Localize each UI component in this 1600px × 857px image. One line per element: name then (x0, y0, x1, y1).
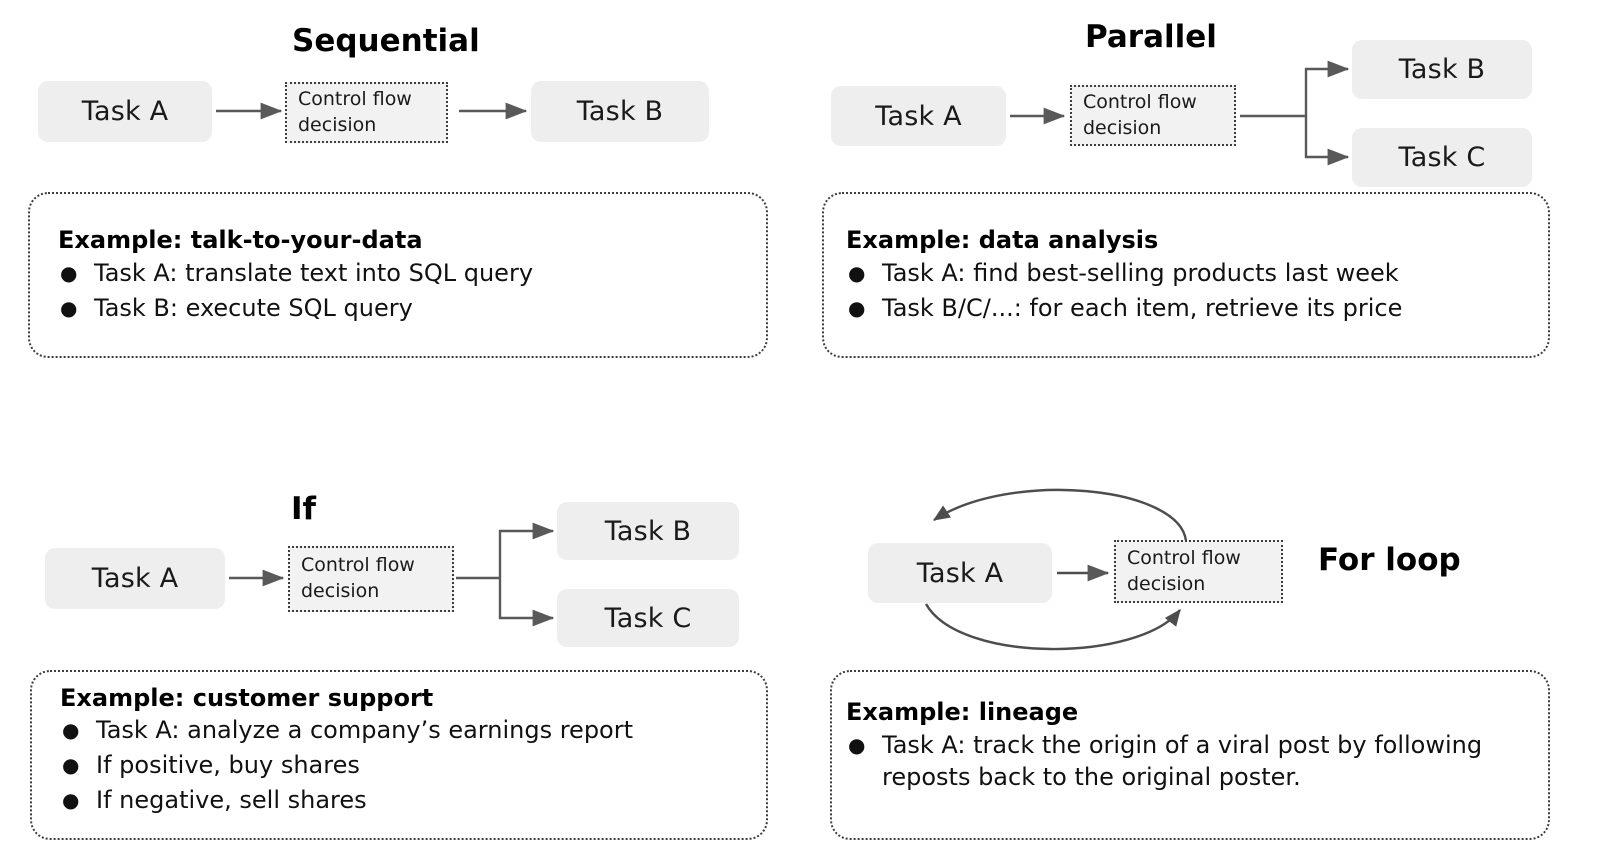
control-flow-decision-box[interactable]: Control flow decision (285, 82, 448, 143)
task-box-b-label: Task B (576, 96, 664, 127)
task-box-b[interactable]: Task B (557, 502, 739, 560)
bullet-icon: ● (62, 718, 80, 742)
list-item-text: Task A: translate text into SQL query (94, 259, 534, 287)
parallel-branch-connector (1240, 60, 1350, 166)
task-box-a[interactable]: Task A (831, 86, 1006, 146)
list-item: ● Task B: execute SQL query (60, 293, 750, 325)
example-bullets-for-loop: ● Task A: track the origin of a viral po… (848, 730, 1508, 797)
task-box-a-label: Task A (81, 96, 169, 127)
list-item: ● If negative, sell shares (62, 785, 762, 817)
forloop-arrow-top-return (932, 488, 1188, 542)
if-branch-connector (456, 522, 555, 627)
task-box-a[interactable]: Task A (868, 543, 1052, 603)
control-flow-line2: decision (1127, 572, 1206, 595)
pattern-title-parallel: Parallel (1085, 19, 1217, 55)
list-item-text: Task A: find best-selling products last … (882, 259, 1399, 287)
example-heading-parallel: Example: data analysis (846, 226, 1159, 254)
bullet-icon: ● (848, 261, 866, 285)
list-item-text: If positive, buy shares (96, 750, 360, 779)
task-box-b-label: Task B (1398, 54, 1486, 85)
control-flow-decision-box[interactable]: Control flow decision (288, 546, 454, 612)
task-box-a-label: Task A (91, 563, 179, 594)
example-heading-for-loop: Example: lineage (846, 698, 1079, 726)
pattern-title-sequential: Sequential (292, 23, 480, 59)
bullet-icon: ● (60, 295, 78, 320)
example-bullets-if: ● Task A: analyze a company’s earnings r… (62, 715, 762, 820)
control-flow-decision-box[interactable]: Control flow decision (1070, 85, 1236, 146)
task-box-a-label: Task A (916, 557, 1004, 589)
list-item-text: Task A: analyze a company’s earnings rep… (96, 716, 634, 744)
list-item-text: Task B: execute SQL query (94, 293, 413, 322)
list-item: ● If positive, buy shares (62, 750, 762, 782)
example-bullets-parallel: ● Task A: find best-selling products las… (848, 258, 1548, 328)
bullet-icon: ● (60, 261, 78, 285)
bullet-icon: ● (62, 752, 80, 777)
control-flow-line1: Control flow (301, 554, 415, 577)
forloop-arrow-bottom-feed (924, 603, 1181, 651)
task-box-a[interactable]: Task A (38, 81, 212, 142)
pattern-title-for-loop: For loop (1318, 542, 1461, 578)
control-flow-line1: Control flow (1083, 90, 1197, 113)
task-box-a[interactable]: Task A (45, 548, 225, 609)
control-flow-line1: Control flow (1127, 546, 1241, 569)
task-box-c-label: Task C (1398, 142, 1486, 173)
task-box-b-label: Task B (604, 515, 692, 547)
control-flow-line1: Control flow (298, 87, 412, 110)
bullet-icon: ● (62, 787, 80, 812)
list-item: ● Task A: analyze a company’s earnings r… (62, 715, 762, 747)
list-item: ● Task B/C/...: for each item, retrieve … (848, 293, 1548, 325)
task-box-c[interactable]: Task C (1352, 128, 1532, 187)
bullet-icon: ● (848, 295, 866, 320)
control-flow-line2: decision (301, 580, 380, 602)
example-heading-sequential: Example: talk-to-your-data (58, 226, 423, 254)
control-flow-decision-box[interactable]: Control flow decision (1114, 540, 1283, 603)
control-flow-line2: decision (298, 113, 377, 136)
task-box-a-label: Task A (875, 100, 962, 132)
bullet-icon: ● (848, 733, 866, 757)
task-box-c[interactable]: Task C (557, 589, 739, 647)
list-item-text: Task B/C/...: for each item, retrieve it… (882, 293, 1403, 322)
pattern-title-if: If (291, 491, 317, 527)
list-item-text: Task A: track the origin of a viral post… (882, 731, 1483, 791)
list-item: ● Task A: find best-selling products las… (848, 258, 1548, 290)
list-item: ● Task A: track the origin of a viral po… (848, 730, 1508, 794)
list-item-text: If negative, sell shares (96, 785, 367, 814)
task-box-b[interactable]: Task B (531, 81, 709, 142)
task-box-c-label: Task C (604, 602, 692, 634)
task-box-b[interactable]: Task B (1352, 40, 1532, 99)
list-item: ● Task A: translate text into SQL query (60, 258, 750, 290)
control-flow-line2: decision (1083, 116, 1162, 139)
example-heading-if: Example: customer support (60, 684, 434, 712)
example-bullets-sequential: ● Task A: translate text into SQL query … (60, 258, 750, 328)
